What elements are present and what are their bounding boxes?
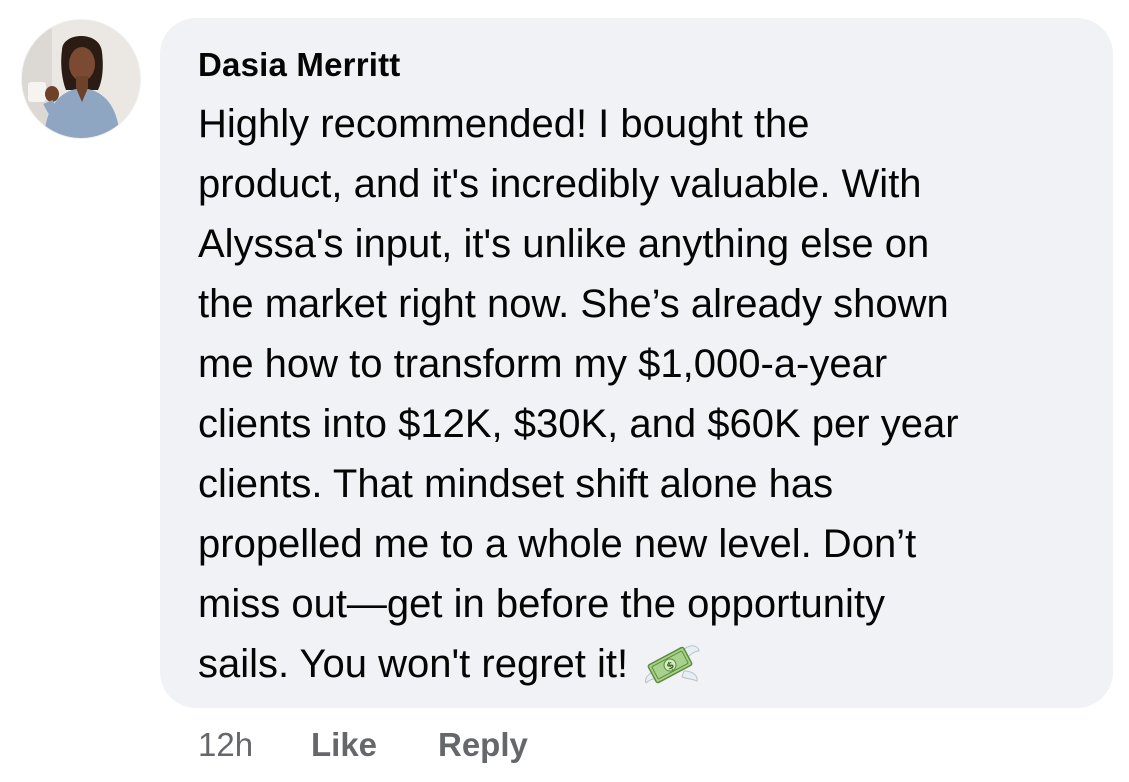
comment-body-line: clients into $12K, $30K, and $60K per ye… (198, 402, 959, 446)
reply-button[interactable]: Reply (438, 726, 528, 764)
comment-author-name[interactable]: Dasia Merritt (198, 46, 401, 84)
money-with-wings-icon: $ (645, 645, 700, 684)
comment-body-line: product, and it's incredibly valuable. W… (198, 162, 922, 206)
comment-body-last-line: sails. You won't regret it! $ (198, 634, 1098, 694)
comment-body-line: Alyssa's input, it's unlike anything els… (198, 222, 930, 266)
comment-body-line: clients. That mindset shift alone has (198, 462, 834, 506)
avatar-photo-icon (22, 20, 140, 138)
comment-body-line: me how to transform my $1,000-a-year (198, 342, 888, 386)
like-button[interactable]: Like (311, 726, 377, 764)
author-avatar[interactable] (22, 20, 140, 138)
comment-body-line: propelled me to a whole new level. Don’t (198, 522, 917, 566)
comment-body-line: the market right now. She’s already show… (198, 282, 949, 326)
comment-body-line-text: sails. You won't regret it! (198, 642, 629, 686)
comment: Dasia Merritt Highly recommended! I boug… (0, 0, 1129, 782)
comment-body-line: Highly recommended! I bought the (198, 102, 810, 146)
comment-body: Highly recommended! I bought the product… (198, 94, 1098, 694)
comment-timestamp[interactable]: 12h (198, 726, 253, 764)
comment-bubble: Dasia Merritt Highly recommended! I boug… (160, 18, 1113, 708)
comment-body-line: miss out—get in before the opportunity (198, 582, 886, 626)
